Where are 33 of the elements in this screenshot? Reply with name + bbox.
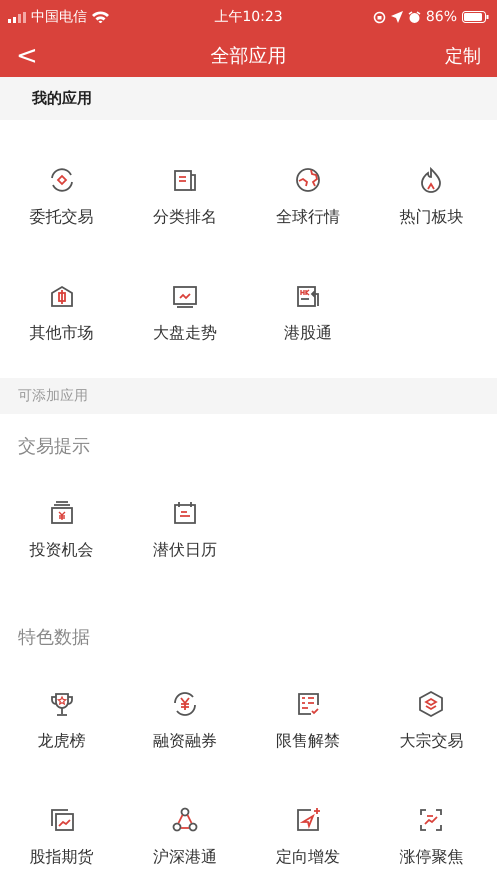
app-label[interactable]: 其他市场 (30, 323, 94, 344)
app-label[interactable]: 分类排名 (152, 207, 217, 228)
wifi-icon (92, 11, 109, 23)
group-title: 交易提示 (18, 436, 90, 457)
page-title: 全部应用 (210, 44, 288, 68)
rotation-lock-icon (372, 10, 386, 24)
location-icon (390, 11, 403, 23)
app-label[interactable]: 全球行情 (276, 207, 340, 228)
app-label[interactable]: 港股通 (284, 323, 332, 344)
app-label[interactable]: 定向增发 (276, 847, 340, 868)
app-label[interactable]: 投资机会 (30, 540, 94, 561)
battery-percent: 86% (426, 9, 458, 25)
status-time: 上午10:23 (214, 8, 283, 26)
app-label[interactable]: 大宗交易 (399, 731, 464, 752)
carrier-name: 中国电信 (31, 8, 87, 26)
app-label[interactable]: 委托交易 (30, 207, 94, 228)
back-button[interactable]: < (16, 40, 76, 70)
app-label[interactable]: 龙虎榜 (38, 731, 86, 752)
app-label[interactable]: 潜伏日历 (152, 540, 217, 561)
app-label[interactable]: 涨停聚焦 (399, 847, 464, 868)
app-label[interactable]: 大盘走势 (152, 323, 217, 344)
battery-icon (462, 11, 490, 23)
app-label[interactable]: 股指期货 (30, 847, 94, 868)
section-header: 我的应用 (0, 77, 497, 120)
alarm-icon (408, 10, 421, 24)
customize-button[interactable]: 定制 (421, 44, 481, 68)
group-title: 特色数据 (18, 627, 90, 648)
section-header: 可添加应用 (0, 378, 497, 414)
signal-icon (8, 12, 26, 22)
app-label[interactable]: 热门板块 (399, 207, 464, 228)
app-label[interactable]: 融资融券 (152, 731, 217, 752)
app-label[interactable]: 沪深港通 (152, 847, 217, 868)
app-label[interactable]: 限售解禁 (276, 731, 340, 752)
